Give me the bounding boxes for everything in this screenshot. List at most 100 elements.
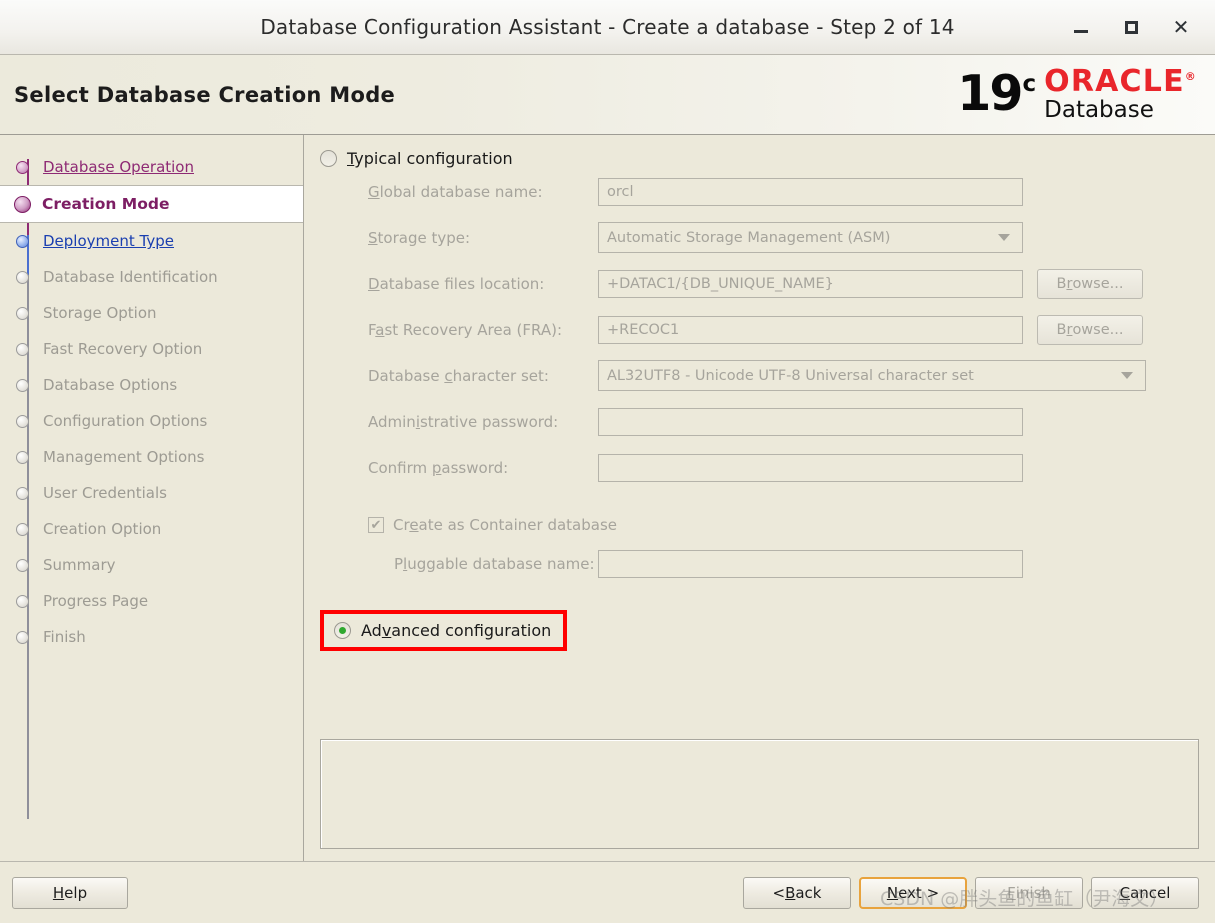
sidebar-item-database-identification: Database Identification <box>0 259 303 295</box>
field-row-administrative-password: Administrative password: <box>320 406 1199 437</box>
field-input-confirm-password[interactable] <box>598 453 1023 482</box>
sidebar-item-fast-recovery-option: Fast Recovery Option <box>0 331 303 367</box>
sidebar-item-label: Management Options <box>43 448 205 466</box>
typical-configuration-label: Typical configuration <box>347 149 513 168</box>
browse-button-fast-recovery-area-fra[interactable]: Br owse... <box>1037 314 1143 345</box>
step-bullet-icon <box>16 558 29 572</box>
minimize-button[interactable] <box>1069 15 1093 39</box>
sidebar-item-label: Creation Option <box>43 520 162 538</box>
create-container-database-option[interactable]: ✔ Create as Container database <box>368 516 1199 534</box>
field-select-storage-type[interactable]: Automatic Storage Management (ASM) <box>598 222 1023 253</box>
step-bullet-icon <box>16 486 29 500</box>
field-label-confirm-password: Confirm password: <box>368 458 509 477</box>
sidebar-item-label: Database Operation <box>43 158 194 176</box>
logo-version-number: 19 <box>957 65 1023 123</box>
field-input-administrative-password[interactable] <box>598 407 1023 436</box>
sidebar-item-deployment-type[interactable]: Deployment Type <box>0 223 303 259</box>
logo-version-suffix: c <box>1022 71 1037 98</box>
help-button[interactable]: Help <box>12 876 128 909</box>
maximize-icon <box>1124 20 1138 34</box>
main-content: Typical configuration Global database na… <box>304 135 1215 861</box>
sidebar-item-label: Configuration Options <box>43 412 208 430</box>
cancel-button[interactable]: Cancel <box>1091 876 1199 909</box>
pluggable-database-name-input[interactable] <box>598 549 1023 578</box>
sidebar-item-creation-option: Creation Option <box>0 511 303 547</box>
field-row-storage-type: Storage type: Automatic Storage Managemen… <box>320 222 1199 253</box>
field-select-database-character-set[interactable]: AL32UTF8 - Unicode UTF-8 Universal chara… <box>598 360 1146 391</box>
advanced-configuration-radio[interactable] <box>334 622 351 639</box>
chevron-down-icon <box>1121 372 1133 379</box>
advanced-configuration-label: Advanced configuration <box>361 621 552 640</box>
sidebar-item-label: Summary <box>43 556 116 574</box>
close-button[interactable]: ✕ <box>1169 15 1193 39</box>
back-button[interactable]: < Back <box>743 876 851 909</box>
advanced-configuration-option[interactable]: Advanced configuration <box>320 610 568 651</box>
step-bullet-icon <box>16 630 29 644</box>
sidebar-item-database-operation[interactable]: Database Operation <box>0 149 303 185</box>
browse-button-database-files-location[interactable]: Br owse... <box>1037 268 1143 299</box>
step-bullet-icon <box>16 270 29 284</box>
sidebar-item-creation-mode[interactable]: Creation Mode <box>0 185 303 223</box>
window-controls: ✕ <box>1069 15 1215 39</box>
sidebar-item-label: Finish <box>43 628 86 646</box>
finish-button: Finish <box>975 876 1083 909</box>
steps-list: Database Operation Creation Mode Deploymen… <box>0 149 303 655</box>
sidebar-item-label: Storage Option <box>43 304 157 322</box>
typical-config-fields: Global database name: orcl Storage type: Au… <box>320 176 1199 498</box>
field-label-database-character-set: Database character set: <box>368 366 549 385</box>
message-panel-wrapper <box>320 739 1199 861</box>
radio-selected-dot <box>339 627 346 634</box>
logo-version: 19 c <box>957 65 1037 123</box>
field-label-global-database-name: Global database name: <box>368 182 543 201</box>
logo-product: Database <box>1044 97 1154 123</box>
field-label-storage-type: Storage type: <box>368 228 471 247</box>
field-row-fast-recovery-area-fra: Fast Recovery Area (FRA): +RECOC1 Br owse..… <box>320 314 1199 345</box>
title-bar: Database Configuration Assistant - Creat… <box>0 0 1215 55</box>
field-row-confirm-password: Confirm password: <box>320 452 1199 483</box>
create-container-database-label: Create as Container database <box>393 516 618 534</box>
sidebar-item-management-options: Management Options <box>0 439 303 475</box>
sidebar-item-label: Fast Recovery Option <box>43 340 203 358</box>
sidebar-item-label: Creation Mode <box>42 195 170 213</box>
maximize-button[interactable] <box>1119 15 1143 39</box>
sidebar-item-database-options: Database Options <box>0 367 303 403</box>
message-panel <box>320 739 1199 849</box>
step-bullet-icon <box>16 450 29 464</box>
step-bullet-icon <box>16 414 29 428</box>
typical-configuration-option[interactable]: Typical configuration <box>320 149 1199 168</box>
window-body: Database Operation Creation Mode Deploymen… <box>0 135 1215 861</box>
step-bullet-icon <box>16 234 29 248</box>
sidebar-item-summary: Summary <box>0 547 303 583</box>
typical-configuration-radio[interactable] <box>320 150 337 167</box>
page-title: Select Database Creation Mode <box>14 82 396 107</box>
field-input-fast-recovery-area-fra[interactable]: +RECOC1 <box>598 315 1023 344</box>
logo-wordmark: ORACLE® Database <box>1044 67 1197 122</box>
wizard-steps-sidebar: Database Operation Creation Mode Deploymen… <box>0 135 304 861</box>
field-input-database-files-location[interactable]: +DATAC1/{DB_UNIQUE_NAME} <box>598 269 1023 298</box>
sidebar-item-label: Deployment Type <box>43 232 174 250</box>
step-bullet-icon <box>16 342 29 356</box>
button-bar: Help < Back Next > Finish Cancel <box>0 861 1215 923</box>
sidebar-item-storage-option: Storage Option <box>0 295 303 331</box>
pluggable-database-name-label: Pluggable database name: <box>394 554 595 573</box>
pluggable-database-name-row: Pluggable database name: <box>320 548 1199 579</box>
field-input-global-database-name[interactable]: orcl <box>598 177 1023 206</box>
sidebar-item-configuration-options: Configuration Options <box>0 403 303 439</box>
sidebar-item-label: Database Options <box>43 376 178 394</box>
chevron-down-icon <box>998 234 1010 241</box>
minimize-icon <box>1074 29 1088 33</box>
sidebar-item-progress-page: Progress Page <box>0 583 303 619</box>
sidebar-item-finish: Finish <box>0 619 303 655</box>
field-label-fast-recovery-area-fra: Fast Recovery Area (FRA): <box>368 320 563 339</box>
logo-brand-mark: ® <box>1184 70 1197 83</box>
step-bullet-icon <box>16 306 29 320</box>
sidebar-item-label: Progress Page <box>43 592 149 610</box>
field-label-administrative-password: Administrative password: <box>368 412 559 431</box>
dbca-window: Database Configuration Assistant - Creat… <box>0 0 1215 923</box>
step-bullet-icon <box>16 378 29 392</box>
next-button[interactable]: Next > <box>859 876 967 909</box>
field-row-database-character-set: Database character set: AL32UTF8 - Unicod… <box>320 360 1199 391</box>
selected-value: AL32UTF8 - Unicode UTF-8 Universal chara… <box>607 367 974 384</box>
field-row-global-database-name: Global database name: orcl <box>320 176 1199 207</box>
create-container-database-checkbox[interactable]: ✔ <box>368 517 384 533</box>
